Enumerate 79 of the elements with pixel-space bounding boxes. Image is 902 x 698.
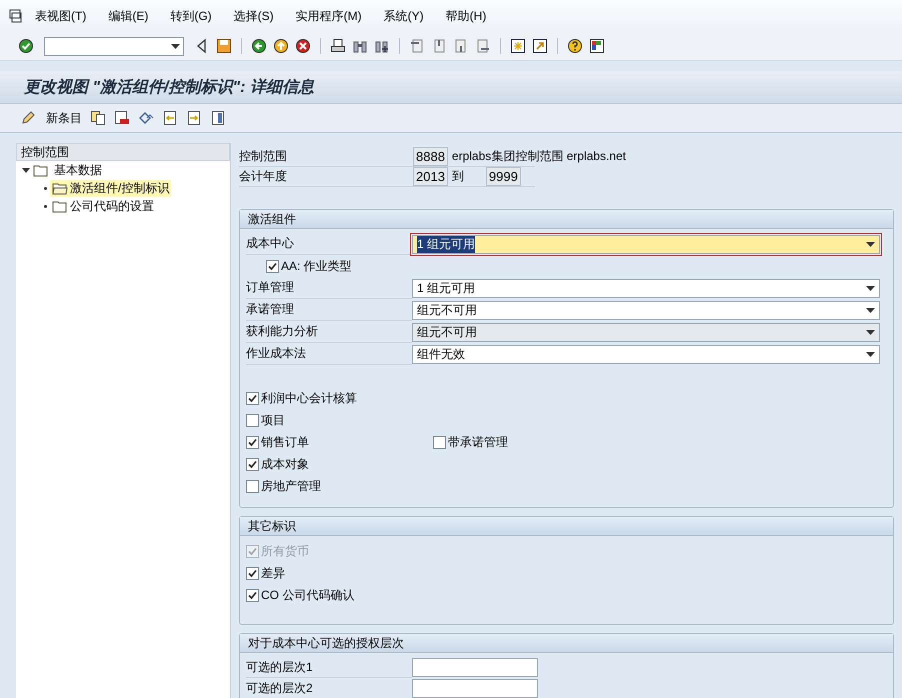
command-field[interactable] bbox=[44, 36, 184, 56]
new-entries-button[interactable]: 新条目 bbox=[20, 110, 82, 126]
menu-item[interactable]: 表视图(T) bbox=[24, 8, 98, 24]
checkbox[interactable] bbox=[246, 566, 259, 580]
dropdown-field[interactable]: 1 组元可用 bbox=[412, 234, 880, 254]
group-title: 其它标识 bbox=[240, 517, 893, 536]
field-label: 作业成本法 bbox=[246, 344, 412, 364]
dropdown-field[interactable]: 组元不可用 bbox=[412, 300, 880, 320]
checkbox[interactable] bbox=[433, 436, 446, 448]
undo-icon[interactable] bbox=[138, 110, 154, 126]
checkbox-label: 房地产管理 bbox=[261, 478, 321, 494]
expand-arrow-icon[interactable] bbox=[22, 166, 30, 174]
checkbox-label: 成本对象 bbox=[261, 456, 309, 472]
copy-icon[interactable] bbox=[90, 110, 106, 126]
bullet-icon bbox=[44, 186, 47, 190]
bullet-icon bbox=[44, 204, 47, 208]
value-field: 2013 bbox=[413, 167, 448, 186]
menu-item[interactable]: 系统(Y) bbox=[372, 8, 435, 24]
layout-icon[interactable] bbox=[589, 38, 605, 54]
group-title: 激活组件 bbox=[240, 210, 893, 229]
dropdown-arrow-icon[interactable] bbox=[171, 44, 180, 48]
input-field[interactable] bbox=[412, 679, 538, 698]
field-label: 控制范围 bbox=[239, 148, 288, 165]
dropdown-arrow-icon[interactable] bbox=[866, 308, 875, 312]
back-icon[interactable] bbox=[251, 38, 267, 54]
menu-item[interactable]: 编辑(E) bbox=[97, 8, 160, 24]
pencil-icon bbox=[20, 110, 36, 126]
screen-title: 更改视图 "激活组件/控制标识": 详细信息 bbox=[0, 71, 902, 104]
checkbox-label: 所有货币 bbox=[261, 542, 309, 560]
checkbox-label: 项目 bbox=[261, 412, 285, 428]
field-label: 订单管理 bbox=[246, 278, 412, 298]
menu-icon[interactable] bbox=[8, 8, 24, 24]
field-text: 到 bbox=[452, 168, 464, 185]
checkbox-label: CO 公司代码确认 bbox=[261, 586, 354, 604]
checkbox[interactable] bbox=[246, 414, 259, 426]
dropdown-arrow-icon[interactable] bbox=[866, 352, 875, 356]
checkbox[interactable] bbox=[246, 458, 259, 470]
field-label: 获利能力分析 bbox=[246, 322, 412, 342]
dropdown-field[interactable]: 1 组元可用 bbox=[412, 278, 880, 298]
field-label: 可选的层次1 bbox=[246, 657, 412, 678]
menu-item[interactable]: 实用程序(M) bbox=[284, 8, 373, 24]
tree-item[interactable]: 激活组件/控制标识 bbox=[50, 180, 172, 196]
checkbox[interactable] bbox=[246, 436, 259, 448]
new-window-icon[interactable] bbox=[510, 38, 526, 54]
save-icon[interactable] bbox=[216, 38, 232, 54]
checkbox-label: 利润中心会计核算 bbox=[261, 390, 357, 406]
checkbox[interactable] bbox=[246, 588, 259, 602]
checkbox-label: 差异 bbox=[261, 564, 285, 582]
checkbox-label: AA: 作业类型 bbox=[281, 258, 352, 274]
dropdown-arrow-icon[interactable] bbox=[866, 286, 875, 290]
menu-item[interactable]: 转到(G) bbox=[159, 8, 223, 24]
field-label: 会计年度 bbox=[239, 168, 288, 185]
up-icon[interactable] bbox=[273, 38, 289, 54]
tree-item[interactable]: 公司代码的设置 bbox=[50, 198, 156, 214]
value-field: 9999 bbox=[486, 167, 521, 186]
checkbox[interactable] bbox=[246, 392, 259, 404]
menu-item[interactable]: 帮助(H) bbox=[434, 8, 498, 24]
checkbox-label: 带承诺管理 bbox=[448, 434, 508, 450]
tree-item[interactable]: 基本数据 bbox=[52, 162, 104, 178]
group-title: 对于成本中心可选的授权层次 bbox=[240, 634, 893, 653]
dropdown-field[interactable]: 组件无效 bbox=[412, 344, 880, 364]
help-icon[interactable] bbox=[567, 38, 583, 54]
shortcut-icon[interactable] bbox=[532, 38, 548, 54]
field-label: 承诺管理 bbox=[246, 300, 412, 320]
input-field[interactable] bbox=[412, 658, 538, 677]
dropdown-arrow-icon[interactable] bbox=[866, 242, 875, 246]
field-text: erplabs集团控制范围 erplabs.net bbox=[452, 148, 626, 165]
print-icon[interactable] bbox=[330, 38, 346, 54]
next-entry-icon[interactable] bbox=[186, 110, 202, 126]
menu-item[interactable]: 选择(S) bbox=[222, 8, 285, 24]
checkbox[interactable] bbox=[246, 480, 259, 492]
checkbox-label: 销售订单 bbox=[261, 434, 309, 448]
previous-entry-icon[interactable] bbox=[162, 110, 178, 126]
check-icon[interactable] bbox=[18, 38, 34, 54]
tree-header: 控制范围 bbox=[16, 143, 230, 161]
cancel-icon[interactable] bbox=[295, 38, 311, 54]
delete-icon[interactable] bbox=[114, 110, 130, 126]
value-field: 8888 bbox=[413, 147, 448, 166]
checkbox[interactable] bbox=[266, 260, 279, 272]
